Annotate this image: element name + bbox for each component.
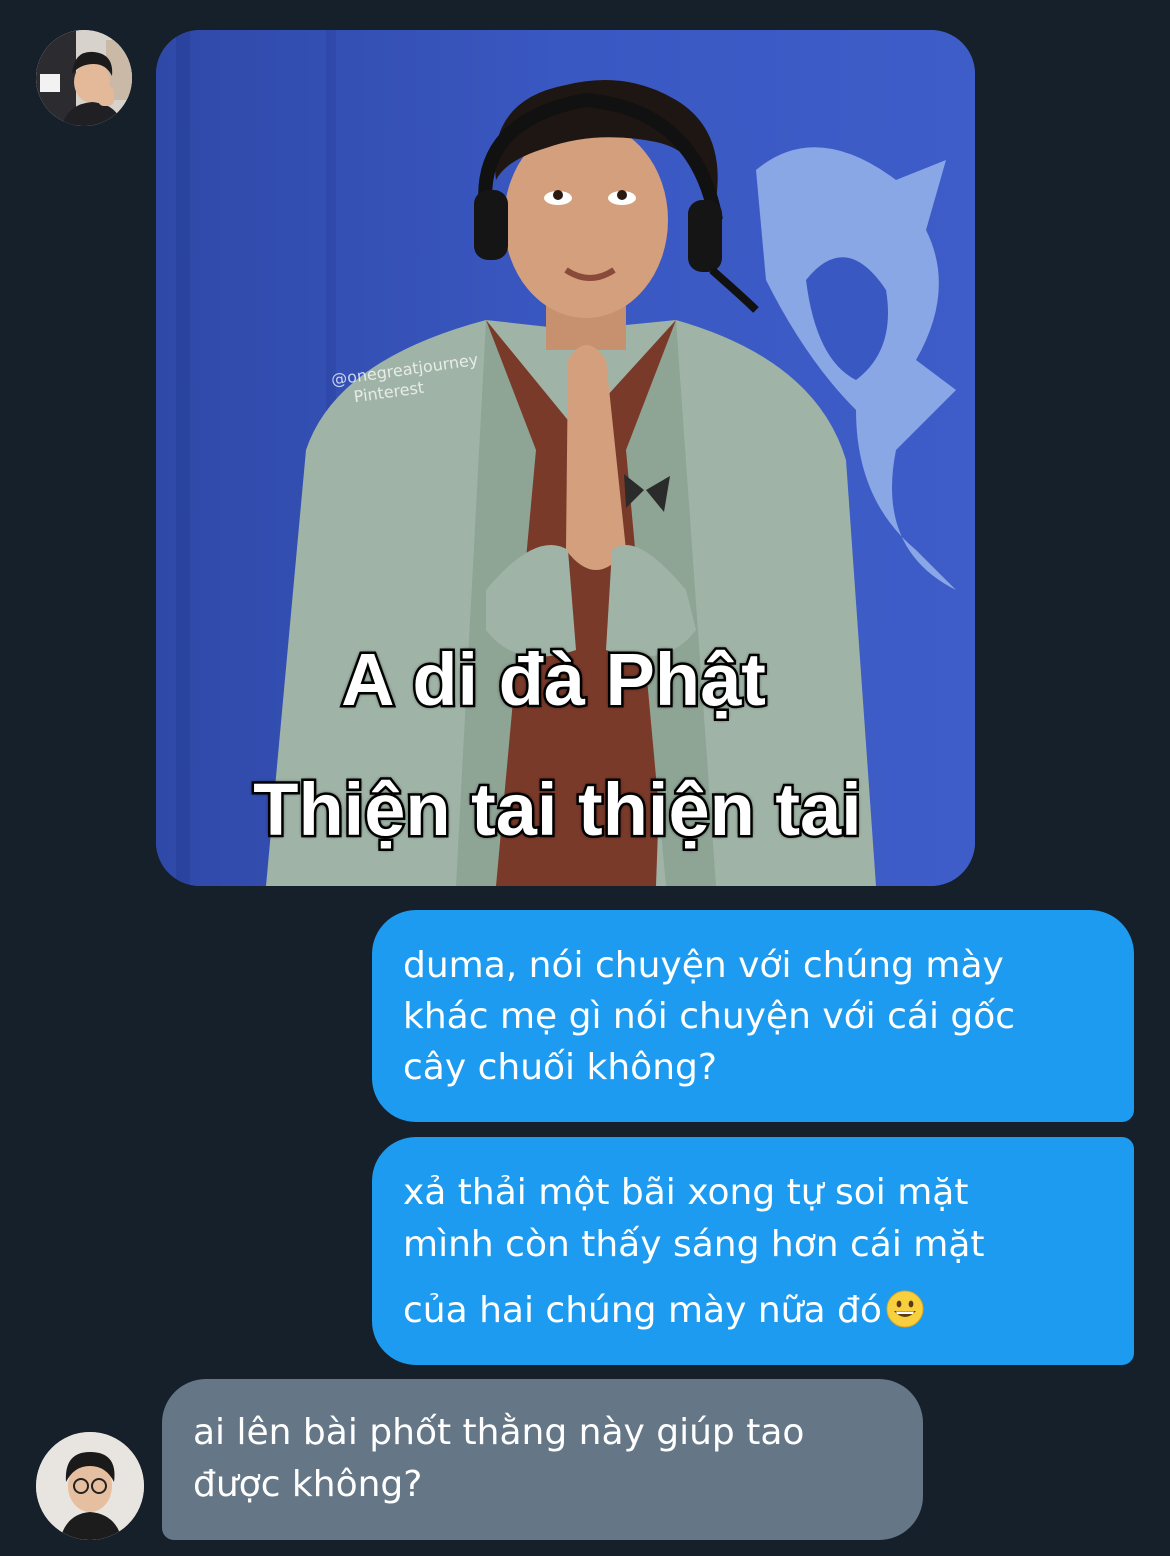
message-text-line: được không? [193, 1464, 423, 1505]
message-text-line: duma, nói chuyện với chúng mày [403, 945, 1004, 986]
sent-message-bubble[interactable]: xả thải một bãi xong tự soi mặt mình còn… [372, 1137, 1134, 1365]
received-message-bubble[interactable]: ai lên bài phốt thằng này giúp tao được … [162, 1379, 923, 1540]
meme-image[interactable]: @onegreatjourney Pinterest A di đà Phật … [156, 30, 975, 886]
message-text-line: của hai chúng mày nữa đó [403, 1290, 882, 1331]
sender-avatar-top[interactable] [36, 30, 132, 126]
message-text-line: xả thải một bãi xong tự soi mặt [403, 1172, 969, 1213]
message-text-line: mình còn thấy sáng hơn cái mặt [403, 1224, 985, 1265]
message-text-line-with-emoji: của hai chúng mày nữa đó [403, 1285, 924, 1337]
grinning-face-emoji-icon [886, 1290, 924, 1328]
meme-caption-line-1: A di đà Phật [339, 636, 769, 724]
meme-photo-graphic [156, 30, 975, 886]
sender-avatar-bottom[interactable] [36, 1432, 144, 1540]
message-text-line: ai lên bài phốt thằng này giúp tao [193, 1412, 805, 1453]
sent-message-bubble[interactable]: duma, nói chuyện với chúng mày khác mẹ g… [372, 910, 1134, 1122]
meme-caption-line-2: Thiện tai thiện tai [251, 766, 864, 854]
person-avatar-icon [36, 30, 132, 126]
message-text-line: khác mẹ gì nói chuyện với cái gốc [403, 996, 1016, 1037]
person-avatar-icon [36, 1432, 144, 1540]
message-text-line: cây chuối không? [403, 1047, 717, 1088]
